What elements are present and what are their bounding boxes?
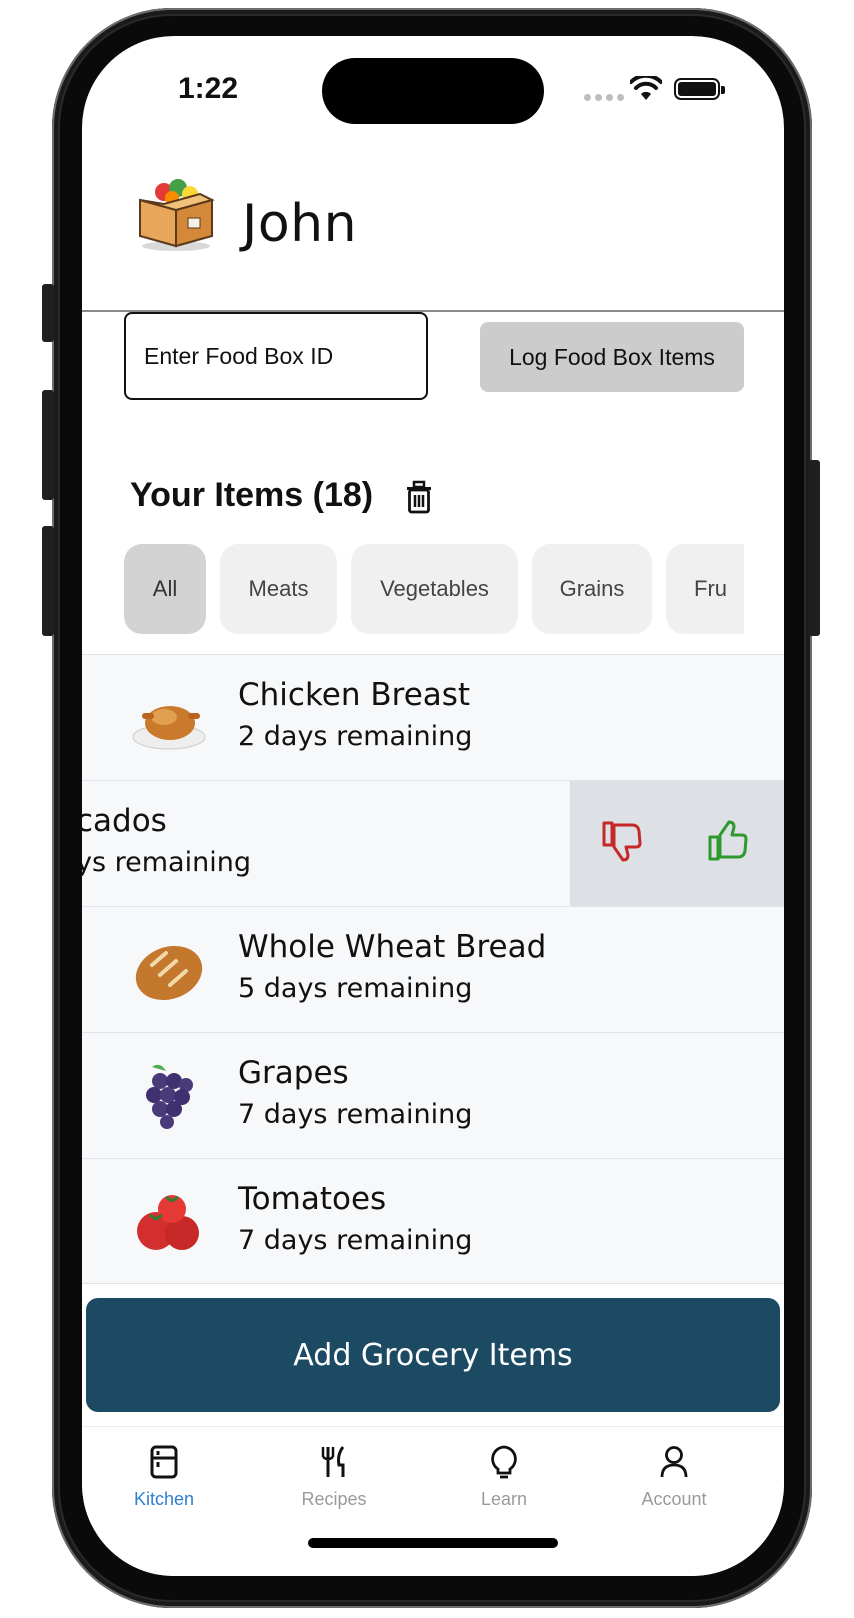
volume-down-button	[42, 526, 54, 636]
item-remaining: 5 days remaining	[238, 973, 473, 1004]
thumbs-up-icon[interactable]	[706, 819, 750, 863]
tab-recipes[interactable]: Recipes	[254, 1445, 414, 1525]
bread-icon	[135, 945, 203, 1001]
app-screen: 1:22 John Log Food Box Items Your Items …	[82, 36, 784, 1576]
lightbulb-icon	[491, 1445, 517, 1479]
tab-kitchen[interactable]: Kitchen	[84, 1445, 244, 1525]
item-remaining: 7 days remaining	[238, 1099, 473, 1130]
item-remaining: 7 days remaining	[238, 1225, 473, 1256]
item-name: Whole Wheat Bread	[238, 929, 547, 965]
item-remaining: 2 days remaining	[238, 721, 473, 752]
tomatoes-icon	[137, 1195, 199, 1250]
item-name: Tomatoes	[238, 1181, 387, 1217]
tab-bar: Kitchen Recipes Learn Account	[82, 1426, 784, 1576]
list-item[interactable]: Whole Wheat Bread 5 days remaining	[82, 906, 784, 1032]
chip-meats[interactable]: Meats	[220, 544, 337, 634]
cellular-signal-icon	[584, 94, 624, 101]
tab-learn[interactable]: Learn	[424, 1445, 584, 1525]
chip-all[interactable]: All	[124, 544, 206, 634]
tab-label: Account	[641, 1489, 707, 1509]
item-name: cados	[82, 803, 167, 839]
tab-label: Learn	[480, 1489, 528, 1509]
volume-up-button	[42, 390, 54, 500]
chip-vegetables[interactable]: Vegetables	[351, 544, 518, 634]
chip-grains[interactable]: Grains	[532, 544, 652, 634]
dynamic-island	[322, 58, 544, 124]
fork-knife-icon	[321, 1446, 345, 1477]
grapes-icon	[146, 1064, 193, 1129]
fridge-icon	[150, 1445, 178, 1479]
list-item-swiped[interactable]: cados ys remaining	[82, 780, 784, 907]
action-button	[42, 284, 54, 342]
tab-label: Recipes	[301, 1489, 367, 1509]
food-box-id-input[interactable]	[124, 312, 428, 400]
item-remaining: ys remaining	[82, 847, 251, 878]
person-icon	[660, 1446, 688, 1478]
list-item[interactable]: Tomatoes 7 days remaining	[82, 1158, 784, 1284]
list-item[interactable]: Chicken Breast 2 days remaining	[82, 654, 784, 780]
food-box-logo-icon	[139, 179, 215, 251]
roast-chicken-icon	[132, 706, 206, 750]
wifi-icon	[630, 76, 662, 100]
item-name: Chicken Breast	[238, 677, 471, 713]
category-filter: All Meats Vegetables Grains Fru	[124, 544, 744, 634]
log-food-box-button[interactable]: Log Food Box Items	[480, 322, 744, 392]
add-grocery-items-button[interactable]: Add Grocery Items	[86, 1298, 780, 1412]
status-time: 1:22	[178, 72, 239, 105]
list-item[interactable]: Grapes 7 days remaining	[82, 1032, 784, 1158]
app-header: John	[82, 154, 784, 312]
tab-account[interactable]: Account	[594, 1445, 754, 1525]
battery-icon	[674, 78, 725, 100]
user-name: John	[242, 194, 358, 254]
trash-icon[interactable]	[404, 480, 434, 514]
home-indicator	[308, 1538, 558, 1548]
thumbs-down-icon[interactable]	[600, 819, 644, 863]
power-button	[808, 460, 820, 636]
items-title: Your Items (18)	[130, 476, 374, 514]
tab-label: Kitchen	[133, 1489, 195, 1509]
swipe-actions	[570, 781, 784, 907]
chip-fruits[interactable]: Fru	[666, 544, 744, 634]
item-name: Grapes	[238, 1055, 349, 1091]
